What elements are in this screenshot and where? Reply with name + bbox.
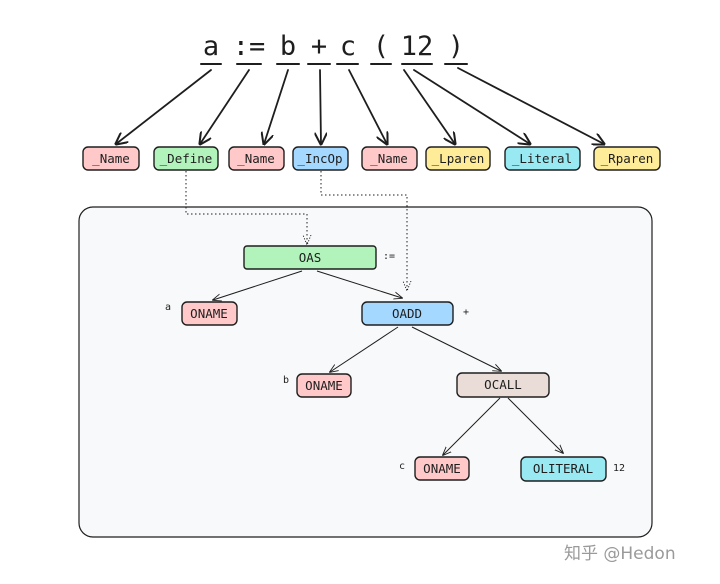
source-char-c: c	[340, 31, 356, 62]
node-oname-c: ONAME	[414, 456, 470, 481]
arrow-plus-to-incop	[320, 69, 321, 144]
source-char-rparen: )	[448, 31, 464, 62]
arrow-a-to-name	[116, 69, 212, 144]
svg-text:_Lparen: _Lparen	[432, 151, 485, 166]
watermark: 知乎 @Hedon	[564, 544, 676, 564]
arrow-b-to-name	[264, 69, 289, 144]
arrow-literal-to-literal	[413, 69, 530, 144]
diagram-canvas: a := b + c ( 12 ) _Name _Define _Name _I…	[0, 0, 720, 584]
svg-text:ONAME: ONAME	[423, 461, 461, 476]
token-name-a: _Name	[82, 146, 140, 171]
node-oname-b: ONAME	[296, 373, 352, 398]
source-char-b: b	[280, 31, 296, 62]
token-literal: _Literal	[504, 146, 581, 171]
svg-text:OADD: OADD	[392, 306, 422, 321]
svg-text:ONAME: ONAME	[305, 378, 343, 393]
arrow-rparen-to-rparen	[457, 67, 604, 144]
token-define: _Define	[153, 146, 219, 171]
source-char-define: :=	[233, 31, 266, 62]
svg-text:OAS: OAS	[299, 250, 322, 265]
source-char-literal: 12	[401, 31, 434, 62]
svg-text:_Name: _Name	[92, 151, 130, 166]
parse-diagram: a := b + c ( 12 ) _Name _Define _Name _I…	[78, 31, 676, 564]
note-oname-c: c	[399, 461, 405, 472]
node-ocall: OCALL	[456, 372, 550, 398]
node-oliteral: OLITERAL	[520, 456, 607, 482]
token-row: _Name _Define _Name _IncOp _Name _Lparen…	[82, 146, 661, 171]
source-expression: a := b + c ( 12 )	[203, 31, 464, 62]
source-char-a: a	[203, 31, 219, 62]
node-oas: OAS	[243, 245, 377, 270]
note-oname-b: b	[283, 375, 289, 386]
arrow-define-to-define	[200, 69, 250, 144]
svg-text:_Literal: _Literal	[512, 151, 572, 166]
note-oadd: +	[463, 307, 469, 318]
lexer-arrows	[116, 67, 604, 144]
source-char-plus: +	[311, 31, 327, 62]
token-name-b: _Name	[228, 146, 285, 171]
token-lparen: _Lparen	[425, 146, 491, 171]
arrow-lparen-to-lparen	[403, 69, 455, 144]
node-oname-a: ONAME	[181, 301, 238, 326]
svg-text:_Name: _Name	[237, 151, 275, 166]
note-oliteral: 12	[613, 463, 625, 474]
svg-text:_IncOp: _IncOp	[297, 151, 342, 166]
token-rparen: _Rparen	[593, 146, 661, 171]
node-oadd: OADD	[361, 301, 454, 326]
arrow-c-to-name	[348, 69, 387, 144]
svg-text:_Rparen: _Rparen	[601, 151, 654, 166]
svg-text:ONAME: ONAME	[190, 306, 228, 321]
svg-text:_Define: _Define	[160, 151, 213, 166]
svg-text:OLITERAL: OLITERAL	[533, 461, 593, 476]
token-name-c: _Name	[361, 146, 418, 171]
svg-text:OCALL: OCALL	[484, 377, 522, 392]
source-char-lparen: (	[373, 31, 389, 62]
svg-text:_Name: _Name	[370, 151, 408, 166]
note-oname-a: a	[165, 302, 171, 313]
token-incop: _IncOp	[292, 146, 349, 171]
note-oas: :=	[383, 251, 395, 262]
